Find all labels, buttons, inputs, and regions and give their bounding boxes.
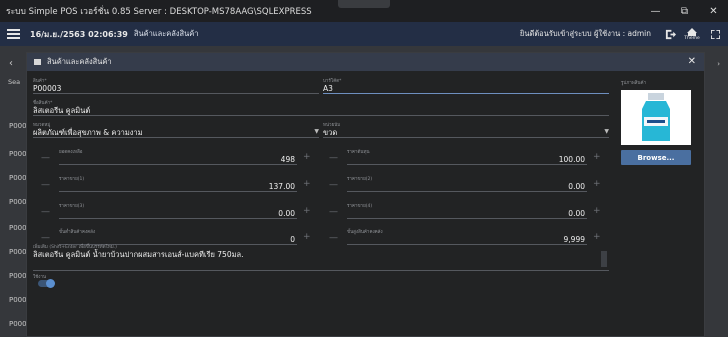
chevron-down-icon[interactable]: ▼ bbox=[314, 128, 319, 135]
plus-icon[interactable]: + bbox=[593, 152, 601, 162]
list-item[interactable]: P000 bbox=[9, 174, 27, 182]
active-toggle[interactable] bbox=[38, 279, 55, 288]
theme-label: Theme bbox=[684, 35, 700, 41]
background-product-list: ‹ Sea P000 P000 P000 P000 P000 P000 P000… bbox=[0, 46, 27, 337]
cost-field[interactable]: ราคาต้นทุน 100.00 bbox=[347, 148, 587, 165]
plus-icon[interactable]: + bbox=[593, 206, 601, 216]
product-name-field[interactable]: ชื่อสินค้า* ลิสเตอรีน คูลมินต์ bbox=[33, 99, 609, 116]
list-item[interactable]: P000 bbox=[9, 248, 27, 256]
chevron-down-icon[interactable]: ▼ bbox=[604, 128, 609, 135]
stock-input[interactable]: 498 bbox=[59, 154, 297, 165]
minus-icon[interactable]: — bbox=[329, 180, 338, 190]
welcome-text: ยินดีต้อนรับเข้าสู่ระบบ ผู้ใช้งาน : admi… bbox=[519, 29, 651, 38]
list-item[interactable]: P000 bbox=[9, 198, 27, 206]
breadcrumb: สินค้าและคลังสินค้า bbox=[133, 29, 199, 38]
price1-field[interactable]: ราคาขาย(1) 137.00 bbox=[59, 175, 297, 192]
barcode-field[interactable]: บาร์โค้ด* A3 bbox=[323, 77, 609, 94]
product-id-field[interactable]: สินค้า* P00003 bbox=[33, 77, 319, 94]
cost-input[interactable]: 100.00 bbox=[347, 154, 587, 165]
minus-icon[interactable]: — bbox=[41, 180, 50, 190]
category-select[interactable]: หมวดหมู่ ผลิตภัณฑ์เพื่อสุขภาพ & ความงาม … bbox=[33, 121, 319, 138]
plus-icon[interactable]: + bbox=[303, 206, 311, 216]
description-input[interactable]: ลิสเตอรีน คูลมินต์ น้ำยาบ้วนปากผสมสารเอน… bbox=[33, 249, 609, 271]
price3-field[interactable]: ราคาขาย(3) 0.00 bbox=[59, 202, 297, 219]
category-value[interactable]: ผลิตภัณฑ์เพื่อสุขภาพ & ความงาม bbox=[33, 127, 319, 138]
list-item[interactable]: P000 bbox=[9, 296, 27, 304]
restore-button[interactable]: ⧉ bbox=[670, 0, 699, 22]
product-id-input[interactable]: P00003 bbox=[33, 83, 319, 94]
minus-icon[interactable]: — bbox=[329, 207, 338, 217]
description-field[interactable]: เพิ่มเติม (Shift+Enter เพื่อขึ้นบรรทัดให… bbox=[33, 243, 609, 271]
menu-icon[interactable] bbox=[0, 22, 26, 46]
unit-select[interactable]: หน่วยนับ ขวด ▼ bbox=[323, 121, 609, 138]
background-right-edge: › bbox=[704, 46, 728, 337]
app-header: 16/ม.ย./2563 02:06:39 สินค้าและคลังสินค้… bbox=[0, 22, 728, 46]
list-item[interactable]: P000 bbox=[9, 320, 27, 328]
product-name-input[interactable]: ลิสเตอรีน คูลมินต์ bbox=[33, 105, 609, 116]
price2-input[interactable]: 0.00 bbox=[347, 181, 587, 192]
minus-icon[interactable]: — bbox=[41, 233, 50, 243]
datetime: 16/ม.ย./2563 02:06:39 bbox=[30, 29, 128, 39]
close-window-button[interactable]: ✕ bbox=[699, 0, 728, 22]
image-label: รูปภาพสินค้า bbox=[621, 81, 647, 86]
dialog-title: สินค้าและคลังสินค้า bbox=[47, 57, 112, 66]
minus-icon[interactable]: — bbox=[329, 153, 338, 163]
window-title: ระบบ Simple POS เวอร์ชั่น 0.85 Server : … bbox=[6, 7, 312, 17]
product-dialog: สินค้าและคลังสินค้า ✕ สินค้า* P00003 บาร… bbox=[26, 52, 705, 337]
dialog-header: สินค้าและคลังสินค้า ✕ bbox=[27, 53, 704, 71]
barcode-input[interactable]: A3 bbox=[323, 83, 609, 94]
search-label: Sea bbox=[8, 78, 21, 86]
title-grip[interactable] bbox=[338, 0, 390, 8]
active-label: ใช้งาน bbox=[33, 275, 47, 280]
window-icon bbox=[34, 59, 41, 65]
minimize-button[interactable]: — bbox=[641, 0, 670, 22]
price2-field[interactable]: ราคาขาย(2) 0.00 bbox=[347, 175, 587, 192]
plus-icon[interactable]: + bbox=[303, 232, 311, 242]
list-item[interactable]: P000 bbox=[9, 150, 27, 158]
description-scrollbar[interactable] bbox=[601, 251, 607, 267]
plus-icon[interactable]: + bbox=[593, 179, 601, 189]
price4-field[interactable]: ราคาขาย(4) 0.00 bbox=[347, 202, 587, 219]
next-arrow-icon[interactable]: › bbox=[717, 60, 720, 68]
minus-icon[interactable]: — bbox=[41, 207, 50, 217]
minus-icon[interactable]: — bbox=[41, 153, 50, 163]
price1-input[interactable]: 137.00 bbox=[59, 181, 297, 192]
list-item[interactable]: P000 bbox=[9, 272, 27, 280]
list-item[interactable]: P000 bbox=[9, 122, 27, 130]
back-arrow-icon[interactable]: ‹ bbox=[9, 58, 13, 69]
list-item[interactable]: P000 bbox=[9, 224, 27, 232]
close-dialog-icon[interactable]: ✕ bbox=[688, 56, 696, 67]
price3-input[interactable]: 0.00 bbox=[59, 208, 297, 219]
plus-icon[interactable]: + bbox=[303, 179, 311, 189]
unit-value[interactable]: ขวด bbox=[323, 127, 609, 138]
product-image bbox=[621, 90, 691, 145]
minus-icon[interactable]: — bbox=[329, 233, 338, 243]
stock-field[interactable]: ยอดคงเหลือ 498 bbox=[59, 148, 297, 165]
plus-icon[interactable]: + bbox=[303, 152, 311, 162]
browse-button[interactable]: Browse... bbox=[621, 150, 691, 165]
price4-input[interactable]: 0.00 bbox=[347, 208, 587, 219]
fullscreen-icon[interactable] bbox=[708, 22, 722, 46]
plus-icon[interactable]: + bbox=[593, 232, 601, 242]
window-titlebar: ระบบ Simple POS เวอร์ชั่น 0.85 Server : … bbox=[0, 0, 728, 22]
theme-icon[interactable]: Theme bbox=[682, 22, 702, 46]
logout-icon[interactable] bbox=[662, 22, 678, 46]
